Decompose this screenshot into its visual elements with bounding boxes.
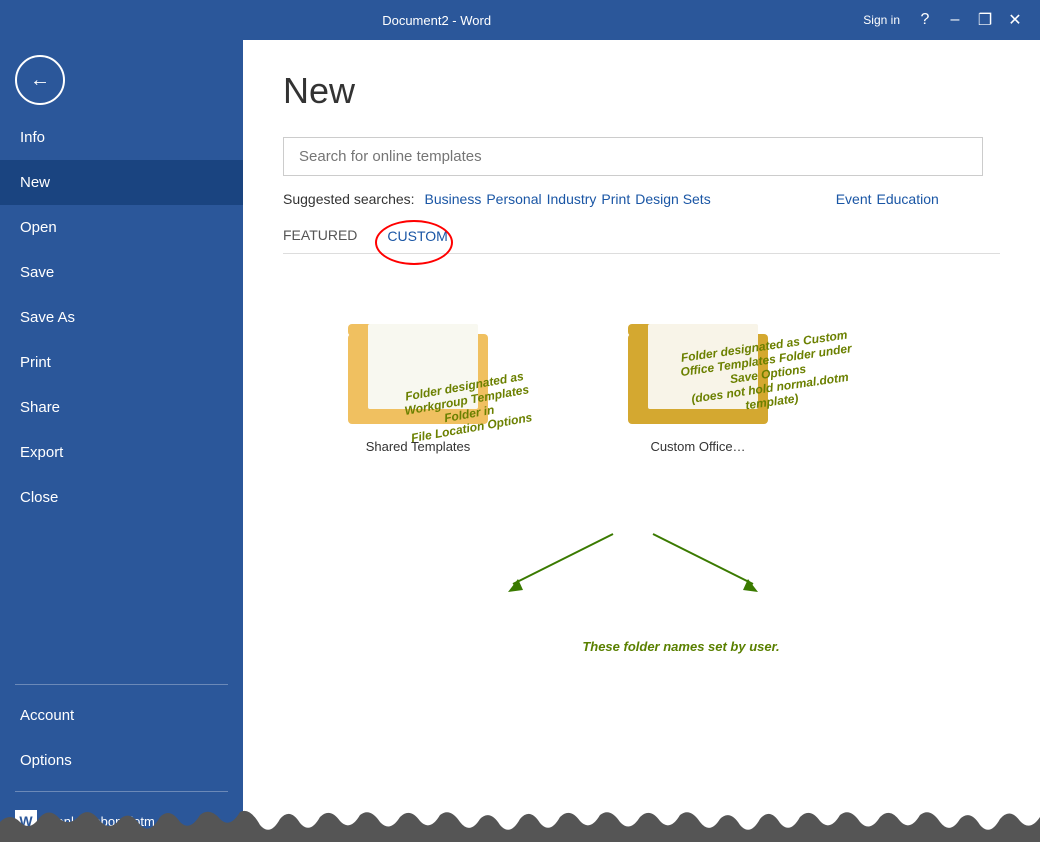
page-title: New: [283, 70, 1000, 112]
tabs-row: FEATURED CUSTOM: [283, 227, 1000, 254]
sidebar-item-print[interactable]: Print: [0, 340, 243, 385]
shared-templates-item[interactable]: Shared Templates: [343, 304, 493, 454]
tab-custom-wrapper: CUSTOM: [387, 228, 447, 252]
sidebar-item-save-as[interactable]: Save As: [0, 295, 243, 340]
sidebar-item-save[interactable]: Save: [0, 250, 243, 295]
sidebar-bottom: Account Options W Blank Ribbon.dotm: [0, 676, 243, 842]
sidebar-item-account[interactable]: Account: [0, 693, 243, 738]
title-bar: Document2 - Word Sign in ? – ❐ ✕: [0, 0, 1040, 40]
sidebar-divider-2: [15, 791, 228, 792]
window-title: Document2 - Word: [382, 13, 491, 28]
search-input[interactable]: [283, 137, 983, 176]
suggested-event[interactable]: Event: [836, 191, 872, 207]
minimize-button[interactable]: –: [940, 5, 970, 35]
tab-featured[interactable]: FEATURED: [283, 227, 357, 253]
annotation-bottom: These folder names set by user.: [582, 639, 779, 654]
back-button[interactable]: ←: [15, 55, 65, 105]
sidebar-item-close[interactable]: Close: [0, 475, 243, 520]
folder-icon-shared: [343, 304, 493, 434]
tab-custom[interactable]: CUSTOM: [387, 228, 447, 252]
sidebar-item-export[interactable]: Export: [0, 430, 243, 475]
app-body: ← Info New Open Save Save As Print Share…: [0, 40, 1040, 842]
templates-section: Shared Templates Custom Office… Folder d…: [283, 284, 1000, 684]
sidebar: ← Info New Open Save Save As Print Share…: [0, 40, 243, 842]
suggested-personal[interactable]: Personal: [486, 191, 541, 207]
shared-templates-label: Shared Templates: [366, 439, 471, 454]
suggested-education[interactable]: Education: [877, 191, 939, 207]
sidebar-item-new[interactable]: New: [0, 160, 243, 205]
suggested-searches: Suggested searches: Business Personal In…: [283, 191, 1000, 207]
custom-office-label: Custom Office…: [650, 439, 745, 454]
sign-in-label[interactable]: Sign in: [863, 13, 900, 27]
suggested-design-sets[interactable]: Design Sets: [635, 191, 710, 207]
sidebar-item-share[interactable]: Share: [0, 385, 243, 430]
custom-office-item[interactable]: Custom Office…: [623, 304, 773, 454]
sidebar-item-info[interactable]: Info: [0, 115, 243, 160]
arrows-svg: [433, 514, 833, 614]
folder-icon-custom: [623, 304, 773, 434]
maximize-button[interactable]: ❐: [970, 5, 1000, 35]
suggested-print[interactable]: Print: [601, 191, 630, 207]
recent-file-name: Blank Ribbon.dotm: [45, 814, 155, 829]
sidebar-divider-1: [15, 684, 228, 685]
suggested-business[interactable]: Business: [425, 191, 482, 207]
suggested-industry[interactable]: Industry: [547, 191, 597, 207]
sidebar-item-options[interactable]: Options: [0, 738, 243, 783]
word-file-icon: W: [15, 810, 37, 832]
suggested-label: Suggested searches:: [283, 191, 415, 207]
sidebar-item-open[interactable]: Open: [0, 205, 243, 250]
help-button[interactable]: ?: [910, 5, 940, 35]
main-content: New Suggested searches: Business Persona…: [243, 40, 1040, 842]
recent-file-item[interactable]: W Blank Ribbon.dotm: [0, 800, 243, 842]
close-button[interactable]: ✕: [1000, 5, 1030, 35]
